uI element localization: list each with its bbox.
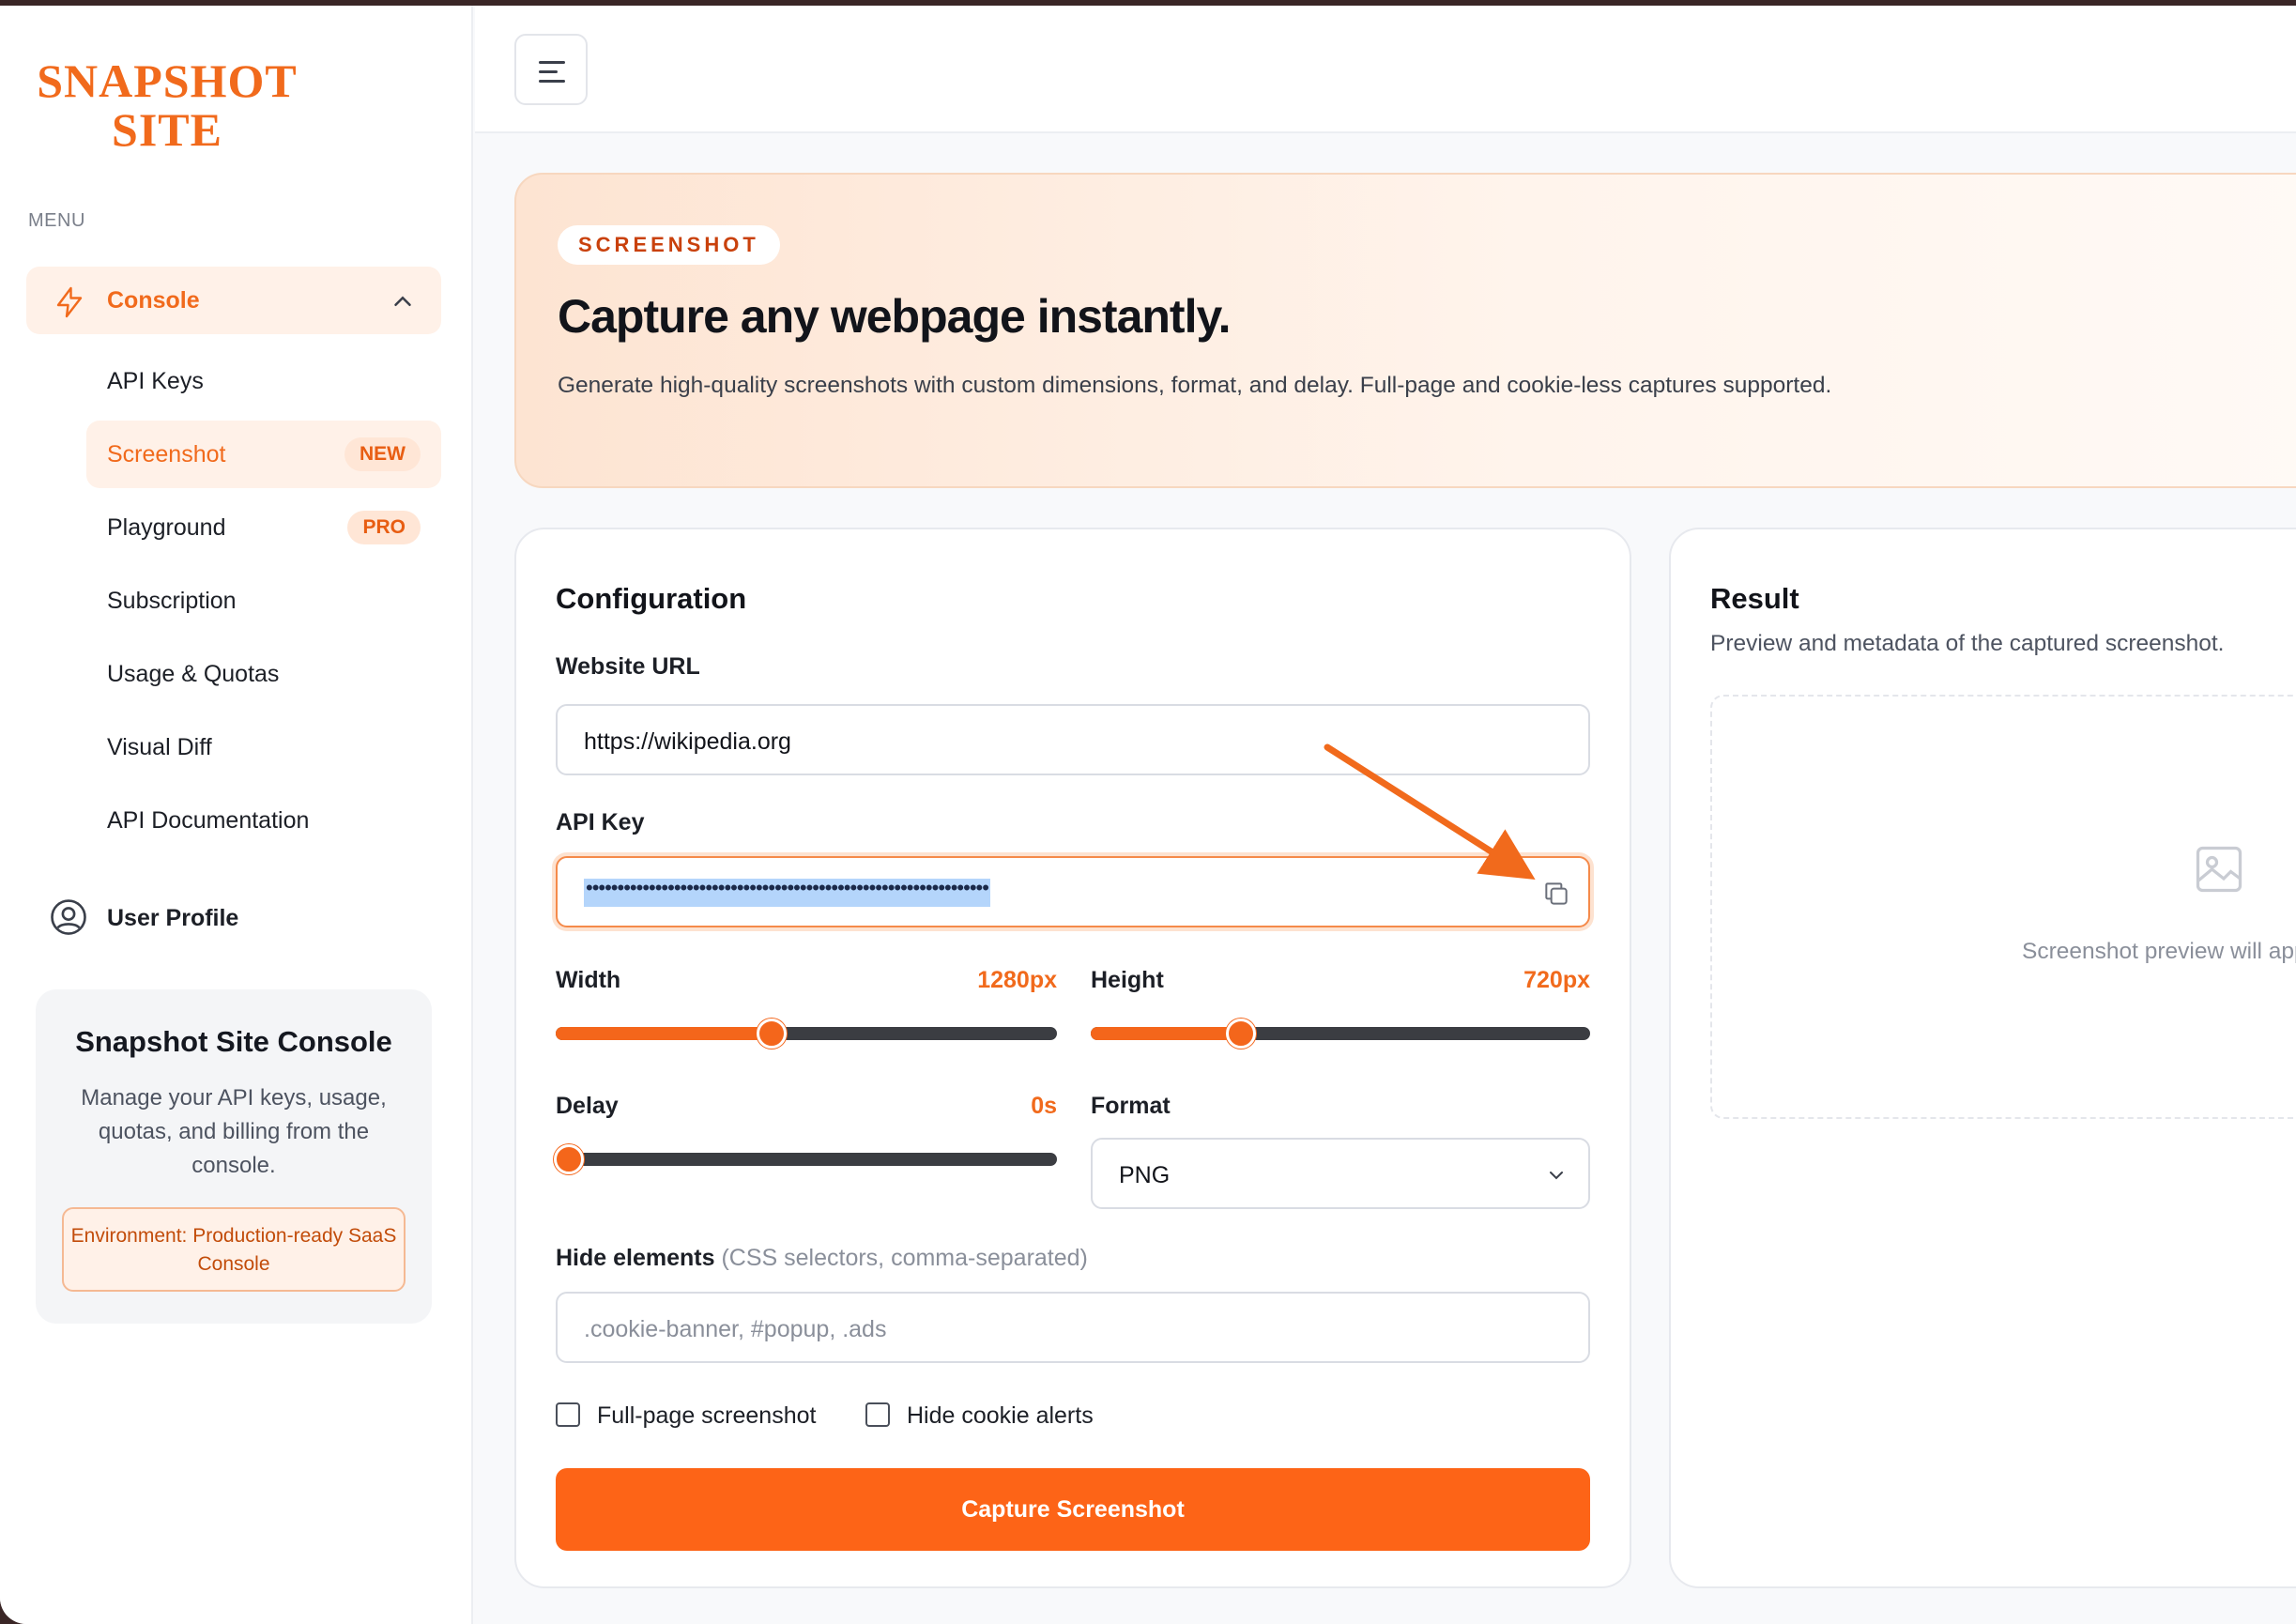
sidebar-item-playground[interactable]: Playground PRO xyxy=(86,494,441,561)
configuration-card: Configuration Website URL https://wikipe… xyxy=(514,528,1631,1588)
api-key-input[interactable]: ••••••••••••••••••••••••••••••••••••••••… xyxy=(556,856,1590,927)
sidebar-item-usage-quotas[interactable]: Usage & Quotas xyxy=(86,640,441,708)
sidebar-item-label: Usage & Quotas xyxy=(107,661,280,687)
sidebar-item-visual-diff[interactable]: Visual Diff xyxy=(86,713,441,781)
width-slider-handle[interactable] xyxy=(756,1019,787,1049)
sidebar-item-label: Console xyxy=(107,287,200,314)
hide-elements-hint: (CSS selectors, comma-separated) xyxy=(721,1245,1088,1271)
full-page-label: Full-page screenshot xyxy=(597,1402,817,1429)
screenshot-preview-area: Screenshot preview will appear here xyxy=(1710,695,2296,1119)
checkbox-box[interactable] xyxy=(865,1402,890,1427)
width-slider[interactable] xyxy=(556,1019,1057,1049)
info-card-description: Manage your API keys, usage, quotas, and… xyxy=(81,1085,387,1178)
sidebar-item-label: Screenshot xyxy=(107,441,226,467)
logo-line-1: SNAPSHOT xyxy=(37,54,298,107)
api-key-label: API Key xyxy=(556,809,645,835)
environment-badge: Environment: Production-ready SaaS Conso… xyxy=(62,1207,406,1292)
website-url-value: https://wikipedia.org xyxy=(584,728,791,755)
delay-label: Delay xyxy=(556,1093,619,1119)
preview-placeholder-text: Screenshot preview will appear here xyxy=(2022,939,2296,964)
format-select[interactable]: PNG xyxy=(1091,1138,1590,1209)
user-circle-icon xyxy=(51,899,86,935)
capture-screenshot-button[interactable]: Capture Screenshot xyxy=(556,1468,1590,1551)
sidebar: SNAPSHOT SITE MENU Console API Keys Scre… xyxy=(0,6,473,1624)
sidebar-item-label: Playground xyxy=(107,514,226,541)
hide-elements-label: Hide elements (CSS selectors, comma-sepa… xyxy=(556,1245,1088,1272)
pro-badge: PRO xyxy=(347,511,421,544)
sidebar-item-label: API Keys xyxy=(107,368,204,394)
height-slider[interactable] xyxy=(1091,1019,1590,1049)
logo-line-2: SITE xyxy=(112,103,222,156)
hide-elements-input[interactable]: .cookie-banner, #popup, .ads xyxy=(556,1292,1590,1363)
sidebar-item-api-documentation[interactable]: API Documentation xyxy=(86,787,441,854)
sidebar-item-label: API Documentation xyxy=(107,807,310,834)
brand-logo[interactable]: SNAPSHOT SITE xyxy=(26,56,308,154)
topbar xyxy=(475,6,2296,133)
sidebar-item-api-keys[interactable]: API Keys xyxy=(86,347,441,415)
height-slider-fill xyxy=(1091,1027,1241,1040)
width-label: Width xyxy=(556,967,621,993)
info-card-title: Snapshot Site Console xyxy=(75,1025,392,1058)
height-label: Height xyxy=(1091,967,1164,993)
sidebar-item-subscription[interactable]: Subscription xyxy=(86,567,441,635)
format-label: Format xyxy=(1091,1093,1171,1119)
sidebar-item-screenshot[interactable]: Screenshot NEW xyxy=(86,421,441,488)
console-info-card: Snapshot Site Console Manage your API ke… xyxy=(36,989,432,1324)
website-url-input[interactable]: https://wikipedia.org xyxy=(556,704,1590,775)
delay-slider-handle[interactable] xyxy=(554,1144,584,1174)
chevron-down-icon xyxy=(1550,1172,1563,1180)
copy-icon[interactable] xyxy=(1541,879,1571,909)
height-value: 720px xyxy=(1523,967,1590,993)
format-selected-value: PNG xyxy=(1119,1162,1171,1188)
hero-banner: SCREENSHOT Capture any webpage instantly… xyxy=(514,173,2296,488)
bolt-icon xyxy=(56,286,83,318)
sidebar-item-label: User Profile xyxy=(107,905,239,931)
width-slider-fill xyxy=(556,1027,772,1040)
website-url-label: Website URL xyxy=(556,653,700,680)
sidebar-item-label: Visual Diff xyxy=(107,734,212,760)
page-title: Capture any webpage instantly. xyxy=(558,290,1231,343)
menu-label: MENU xyxy=(28,210,85,231)
sidebar-item-console[interactable]: Console xyxy=(26,267,441,334)
menu-icon-line xyxy=(539,80,565,83)
height-slider-handle[interactable] xyxy=(1225,1019,1256,1049)
hide-cookie-label: Hide cookie alerts xyxy=(907,1402,1094,1429)
result-card: Result Preview and metadata of the captu… xyxy=(1669,528,2296,1588)
menu-icon-line xyxy=(539,61,565,64)
api-key-value: ••••••••••••••••••••••••••••••••••••••••… xyxy=(584,878,990,907)
full-page-checkbox[interactable]: Full-page screenshot xyxy=(556,1399,837,1431)
app-window: SNAPSHOT SITE MENU Console API Keys Scre… xyxy=(0,6,2296,1624)
page-description: Generate high-quality screenshots with c… xyxy=(558,373,1832,398)
image-icon xyxy=(2196,846,2242,893)
result-subtitle: Preview and metadata of the captured scr… xyxy=(1710,631,2225,656)
sidebar-item-label: Subscription xyxy=(107,588,237,614)
delay-slider[interactable] xyxy=(554,1144,1057,1174)
hide-elements-placeholder: .cookie-banner, #popup, .ads xyxy=(584,1316,887,1342)
new-badge: NEW xyxy=(344,437,421,471)
hide-cookie-checkbox[interactable]: Hide cookie alerts xyxy=(865,1399,1128,1431)
hide-elements-title: Hide elements xyxy=(556,1245,715,1271)
chevron-up-icon[interactable] xyxy=(389,287,417,315)
section-tag: SCREENSHOT xyxy=(558,225,780,265)
delay-value: 0s xyxy=(1031,1093,1057,1119)
width-value: 1280px xyxy=(977,967,1057,993)
checkbox-box[interactable] xyxy=(556,1402,580,1427)
configuration-title: Configuration xyxy=(556,582,747,615)
sidebar-item-user-profile[interactable]: User Profile xyxy=(49,894,443,941)
result-title: Result xyxy=(1710,582,1799,615)
menu-icon-line xyxy=(539,70,558,73)
menu-toggle-button[interactable] xyxy=(514,34,588,105)
